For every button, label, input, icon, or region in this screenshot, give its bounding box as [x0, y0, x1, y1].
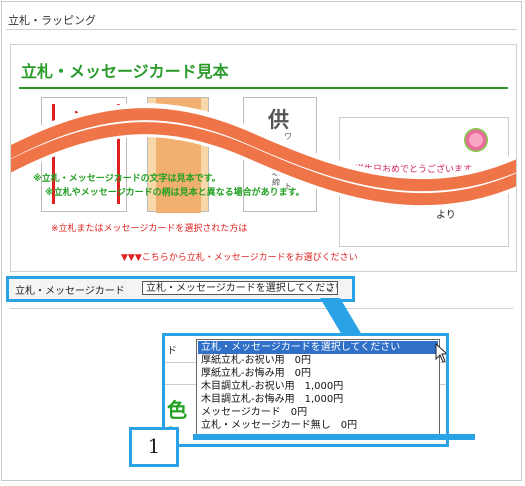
dropdown-option[interactable]: メッセージカード 0円 [198, 406, 438, 419]
background-label: ド [167, 346, 177, 357]
dropdown-zoom-callout: ド 色ļ 立札・メッセージカードを選択してください 厚紙立札-お祝い用 0円 厚… [162, 333, 449, 447]
step-number-badge: 1 [129, 427, 179, 467]
window-frame: 立札・ラッピング 立札・メッセージカード見本 祝 祝 御 供 ワークゲート 代表… [1, 1, 522, 481]
callout-bottom-bar [193, 434, 475, 440]
dropdown-option[interactable]: 厚紙立札-お祝い用 0円 [198, 354, 438, 367]
dropdown-option[interactable]: 立札・メッセージカードを選択してください [198, 341, 438, 354]
dropdown-option[interactable]: 木目調立札-お悔み用 1,000円 [198, 393, 438, 406]
card-dropdown-list[interactable]: 立札・メッセージカードを選択してください 厚紙立札-お祝い用 0円 厚紙立札-お… [196, 339, 440, 435]
dropdown-option[interactable]: 厚紙立札-お悔み用 0円 [198, 367, 438, 380]
step-number: 1 [147, 434, 161, 458]
dropdown-option[interactable]: 木目調立札-お祝い用 1,000円 [198, 380, 438, 393]
mouse-pointer-icon [435, 343, 446, 363]
dropdown-option[interactable]: 立札・メッセージカード無し 0円 [198, 419, 438, 432]
